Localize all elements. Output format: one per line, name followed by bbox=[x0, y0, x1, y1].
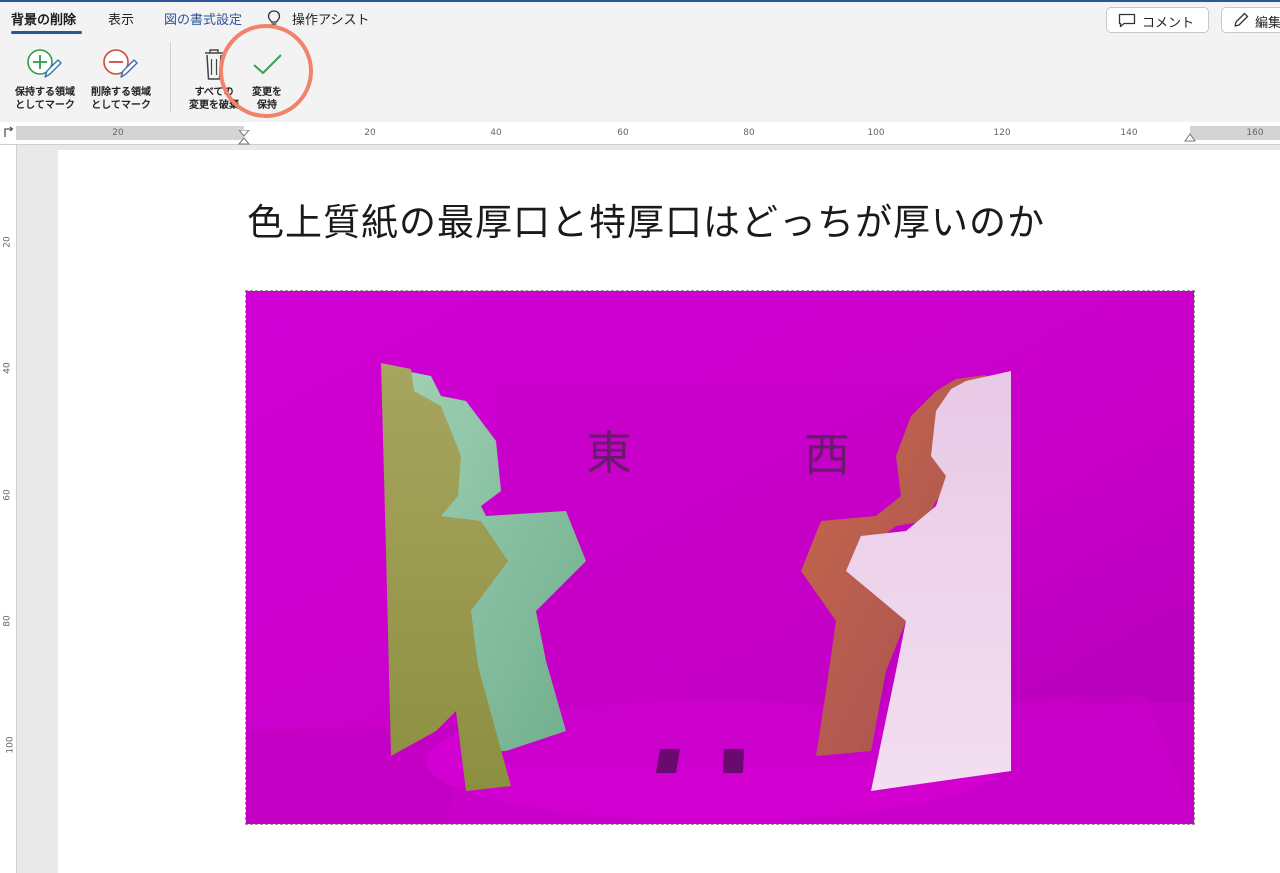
comment-button-label: コメント bbox=[1142, 16, 1195, 31]
west-label: 西 bbox=[804, 428, 850, 482]
mark-keep-icon bbox=[27, 49, 62, 78]
tell-me-search[interactable]: 操作アシスト bbox=[292, 9, 369, 28]
ruler-tick: 100 bbox=[867, 128, 885, 138]
ruler-tick: 120 bbox=[993, 128, 1011, 138]
tab-stop-icon[interactable] bbox=[2, 126, 14, 138]
mark-remove-icon bbox=[103, 49, 138, 78]
vertical-ruler-tick: 20 bbox=[2, 236, 13, 248]
ruler-tick: 80 bbox=[743, 128, 755, 138]
tab-picture-format[interactable]: 図の書式設定 bbox=[164, 9, 242, 28]
tab-view[interactable]: 表示 bbox=[108, 9, 134, 28]
tab-remove-background[interactable]: 背景の削除 bbox=[11, 9, 76, 28]
comment-button[interactable]: コメント bbox=[1106, 7, 1209, 33]
annotation-highlight-circle bbox=[219, 24, 313, 118]
background-removal-picture[interactable]: 東 西 bbox=[245, 290, 1195, 825]
horizontal-ruler: 20 20 40 60 80 100 120 140 160 bbox=[0, 122, 1280, 145]
edit-button-label: 編集 bbox=[1255, 16, 1280, 31]
vertical-ruler: 20 40 60 80 100 bbox=[0, 145, 17, 873]
active-tab-indicator bbox=[11, 31, 82, 34]
east-label: 東 bbox=[586, 426, 632, 480]
vertical-ruler-tick: 100 bbox=[5, 736, 16, 754]
vertical-ruler-tick: 80 bbox=[2, 615, 13, 627]
pencil-icon bbox=[1234, 12, 1249, 27]
ruler-left-margin bbox=[16, 126, 244, 140]
comment-icon bbox=[1118, 13, 1136, 28]
ruler-tick: 140 bbox=[1120, 128, 1138, 138]
vertical-ruler-tick: 40 bbox=[2, 362, 13, 374]
ruler-right-margin bbox=[1190, 126, 1280, 140]
edit-button[interactable]: 編集 bbox=[1221, 7, 1280, 33]
ruler-tick: 40 bbox=[490, 128, 502, 138]
ruler-tick: 160 bbox=[1246, 128, 1264, 138]
photo-paper-figures: 東 西 bbox=[246, 291, 1194, 824]
ribbon-toolbar: 保持する領域 としてマーク 削除する領域 としてマーク すべての 変更を破棄 変… bbox=[0, 36, 1280, 123]
vertical-ruler-tick: 60 bbox=[2, 489, 13, 501]
document-heading[interactable]: 色上質紙の最厚口と特厚口はどっちが厚いのか bbox=[247, 192, 1045, 246]
ruler-tick: 60 bbox=[617, 128, 629, 138]
mark-remove-label: 削除する領域 としてマーク bbox=[91, 87, 151, 111]
ruler-tick: 20 bbox=[364, 128, 376, 138]
ribbon-tab-bar: 背景の削除 表示 図の書式設定 操作アシスト コメント 編集 bbox=[0, 2, 1280, 36]
indent-marker-icon[interactable] bbox=[238, 130, 250, 146]
ruler-tick: 20 bbox=[112, 128, 124, 138]
ribbon-separator bbox=[170, 42, 171, 112]
mark-areas-to-remove-button[interactable]: 削除する領域 としてマーク bbox=[83, 42, 159, 118]
mark-areas-to-keep-button[interactable]: 保持する領域 としてマーク bbox=[7, 42, 83, 118]
right-indent-marker-icon[interactable] bbox=[1184, 132, 1196, 142]
mark-keep-label: 保持する領域 としてマーク bbox=[15, 87, 75, 111]
